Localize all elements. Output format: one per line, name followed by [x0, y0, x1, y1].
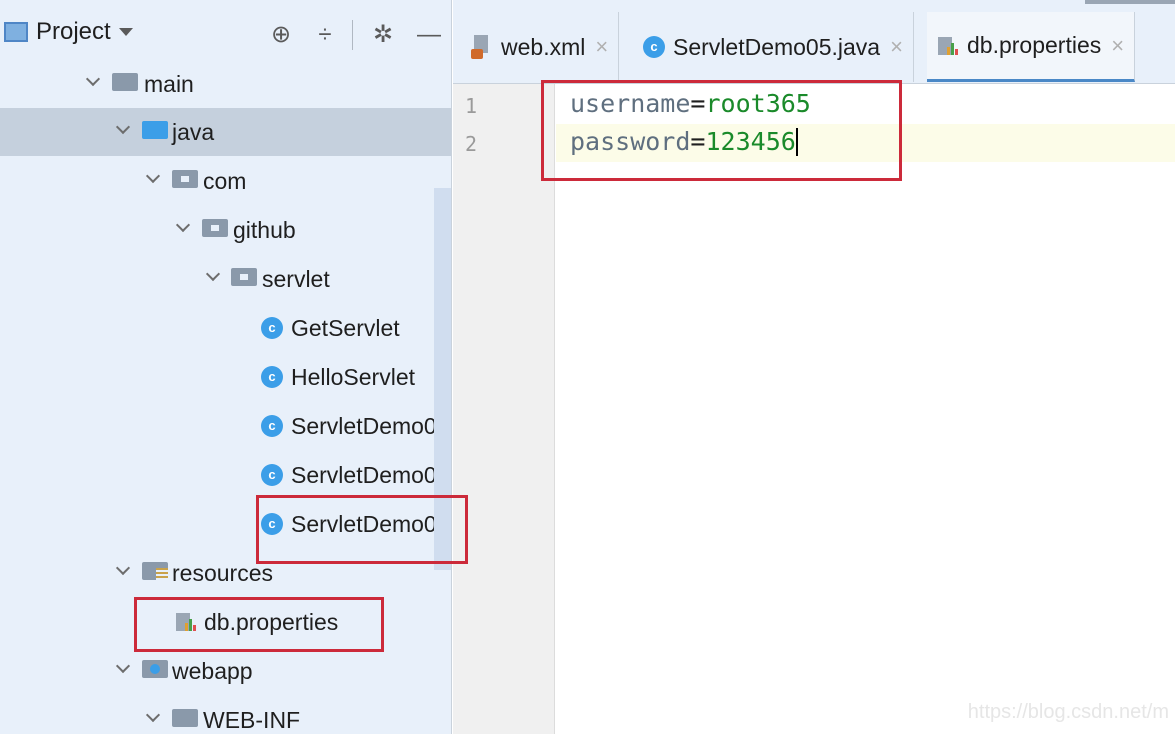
highlight-box-servletdemo05 — [256, 495, 468, 564]
project-title: Project — [36, 18, 111, 45]
tree-node-servletdemo04[interactable]: ServletDemo04 — [0, 451, 451, 499]
source-folder-icon — [142, 121, 168, 139]
code-editor[interactable]: username=root365 password=123456 — [556, 84, 1175, 734]
class-icon — [643, 36, 665, 58]
locate-file-icon[interactable]: ⊕ — [268, 22, 294, 48]
properties-file-icon — [937, 35, 959, 57]
tab-label: ServletDemo05.java — [673, 33, 881, 60]
tree-node-label: webapp — [172, 658, 253, 684]
package-icon — [202, 219, 228, 237]
tree-node-label: com — [203, 168, 247, 194]
tree-node-web-inf[interactable]: WEB-INF — [0, 696, 451, 734]
tree-node-servlet[interactable]: servlet — [0, 255, 451, 303]
hide-panel-icon[interactable]: — — [416, 22, 442, 48]
tree-node-com[interactable]: com — [0, 157, 451, 205]
project-view-selector[interactable]: Project — [4, 18, 133, 46]
collapse-all-icon[interactable]: ÷ — [312, 22, 338, 48]
tree-node-label: ServletDemo03 — [291, 413, 450, 439]
project-window-icon — [4, 22, 28, 42]
class-icon — [261, 415, 283, 437]
gear-icon[interactable]: ✲ — [370, 22, 396, 48]
tab-web-xml[interactable]: web.xml × — [461, 12, 620, 82]
package-icon — [172, 170, 198, 188]
tree-node-getservlet[interactable]: GetServlet — [0, 304, 451, 352]
close-icon[interactable]: × — [595, 34, 608, 60]
chevron-down-icon[interactable] — [206, 269, 220, 283]
tab-bar-edge — [1085, 0, 1175, 4]
tree-node-servletdemo03[interactable]: ServletDemo03 — [0, 402, 451, 450]
tree-node-label: java — [172, 119, 215, 145]
tree-node-label: GetServlet — [291, 315, 400, 341]
tab-label: db.properties — [967, 32, 1102, 58]
chevron-down-icon[interactable] — [146, 171, 160, 185]
tree-node-label: WEB-INF — [203, 707, 301, 733]
tab-db-properties[interactable]: db.properties × — [927, 12, 1136, 82]
xml-file-icon — [471, 35, 493, 59]
tab-label: web.xml — [501, 33, 586, 60]
tree-node-label: servlet — [262, 266, 330, 292]
package-icon — [231, 268, 257, 286]
tree-node-label: ServletDemo04 — [291, 462, 450, 488]
highlight-box-code — [541, 80, 902, 181]
line-number-gutter: 1 2 — [453, 84, 555, 734]
chevron-down-icon[interactable] — [176, 220, 190, 234]
tree-node-main[interactable]: main — [0, 60, 451, 108]
class-icon — [261, 464, 283, 486]
class-icon — [261, 317, 283, 339]
chevron-down-icon[interactable] — [116, 661, 130, 675]
line-number: 2 — [465, 132, 478, 156]
tree-node-label: resources — [172, 560, 273, 586]
folder-icon — [112, 73, 138, 91]
close-icon[interactable]: × — [1111, 33, 1124, 59]
folder-icon — [172, 709, 198, 727]
line-number: 1 — [465, 94, 478, 118]
editor-tab-bar: web.xml × ServletDemo05.java × db.proper… — [453, 0, 1175, 84]
chevron-down-icon[interactable] — [116, 122, 130, 136]
tree-node-java[interactable]: java — [0, 108, 451, 156]
tree-node-label: HelloServlet — [291, 364, 415, 390]
highlight-box-db-properties — [134, 597, 384, 652]
chevron-down-icon[interactable] — [116, 563, 130, 577]
toolbar-separator — [352, 20, 353, 50]
chevron-down-icon[interactable] — [146, 710, 160, 724]
chevron-down-icon[interactable] — [86, 74, 100, 88]
tree-node-label: github — [233, 217, 296, 243]
project-toolbar: Project ⊕ ÷ ✲ — — [0, 0, 451, 60]
dropdown-caret-icon — [118, 28, 133, 36]
tree-node-label: main — [144, 71, 194, 97]
tree-node-helloservlet[interactable]: HelloServlet — [0, 353, 451, 401]
tree-node-webapp[interactable]: webapp — [0, 647, 451, 695]
class-icon — [261, 366, 283, 388]
watermark: https://blog.csdn.net/m — [967, 701, 1169, 723]
close-icon[interactable]: × — [890, 34, 903, 60]
web-folder-icon — [142, 660, 168, 678]
tree-node-github[interactable]: github — [0, 206, 451, 254]
resources-folder-icon — [142, 562, 168, 580]
tab-servletdemo05-java[interactable]: ServletDemo05.java × — [633, 12, 914, 82]
